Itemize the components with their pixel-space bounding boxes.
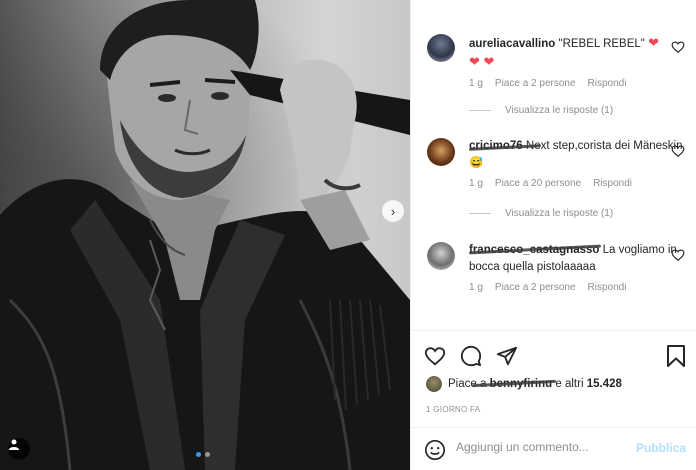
replies-divider	[469, 213, 491, 214]
comment-likes[interactable]: Piace a 2 persone	[495, 78, 576, 89]
publish-button[interactable]: Pubblica	[636, 441, 686, 455]
comment-username[interactable]: aureliacavallino	[469, 38, 555, 50]
reply-button[interactable]: Rispondi	[588, 282, 627, 293]
comment-age[interactable]: 1 g	[469, 282, 483, 293]
comment-text: cricimo76 Next step,corista dei Mäneskin…	[469, 138, 685, 172]
heart-outline-icon[interactable]	[424, 345, 446, 367]
carousel-next-button[interactable]: ›	[382, 200, 404, 222]
view-replies-button[interactable]: Visualizza le risposte (1)	[469, 105, 613, 116]
bookmark-icon[interactable]	[666, 345, 686, 367]
post-photo[interactable]: ›	[0, 0, 410, 470]
comment-item: aureliacavallino "REBEL REBEL" ❤ ❤ ❤ 1 g…	[427, 34, 685, 89]
view-replies-button[interactable]: Visualizza le risposte (1)	[469, 208, 613, 219]
comment-age[interactable]: 1 g	[469, 178, 483, 189]
heart-outline-icon[interactable]	[671, 40, 685, 54]
comment-content: "REBEL REBEL"	[558, 38, 645, 50]
avatar[interactable]	[427, 34, 455, 62]
sweat-smile-emoji: 😅	[469, 157, 484, 169]
user-tag-icon	[9, 439, 19, 450]
replies-divider	[469, 110, 491, 111]
carousel-dot	[205, 452, 210, 457]
avatar	[426, 376, 442, 392]
comment-meta: 1 g Piace a 2 persone Rispondi	[469, 78, 685, 89]
comment-text: aureliacavallino "REBEL REBEL" ❤ ❤ ❤	[469, 34, 685, 72]
likes-middle: e altri	[555, 378, 584, 390]
comment-meta: 1 g Piace a 2 persone Rispondi	[469, 282, 685, 293]
chevron-right-icon: ›	[390, 203, 396, 219]
action-buttons	[424, 345, 518, 367]
comment-likes[interactable]: Piace a 2 persone	[495, 282, 576, 293]
view-replies-label: Visualizza le risposte (1)	[505, 208, 614, 219]
post-date: 1 GIORNO FA	[426, 405, 481, 414]
comment-content: Next step,corista dei Mäneskin	[525, 140, 683, 152]
heart-outline-icon[interactable]	[671, 248, 685, 262]
smiley-icon[interactable]	[424, 439, 446, 461]
carousel-indicator	[196, 452, 210, 457]
likes-count[interactable]: 15.428	[587, 378, 622, 390]
user-tag-button[interactable]	[8, 438, 30, 460]
view-replies-label: Visualizza le risposte (1)	[505, 105, 614, 116]
portrait-illustration	[0, 0, 410, 470]
carousel-dot-active	[196, 452, 201, 457]
heart-outline-icon[interactable]	[671, 144, 685, 158]
comment-likes[interactable]: Piace a 20 persone	[495, 178, 581, 189]
comment-item: cricimo76 Next step,corista dei Mäneskin…	[427, 138, 685, 189]
avatar[interactable]	[427, 242, 455, 270]
comment-age[interactable]: 1 g	[469, 78, 483, 89]
reply-button[interactable]: Rispondi	[588, 78, 627, 89]
reply-button[interactable]: Rispondi	[593, 178, 632, 189]
comment-input[interactable]	[456, 440, 626, 454]
paper-plane-icon[interactable]	[496, 345, 518, 367]
avatar[interactable]	[427, 138, 455, 166]
post-actions-section: Piace a bennyfirinu e altri 15.428 1 GIO…	[410, 330, 696, 470]
heart-emoji: ❤	[648, 35, 659, 50]
comment-meta: 1 g Piace a 20 persone Rispondi	[469, 178, 685, 189]
comment-bubble-icon[interactable]	[460, 345, 482, 367]
add-comment-bar: Pubblica	[410, 427, 696, 470]
heart-emoji: ❤ ❤	[469, 54, 495, 69]
